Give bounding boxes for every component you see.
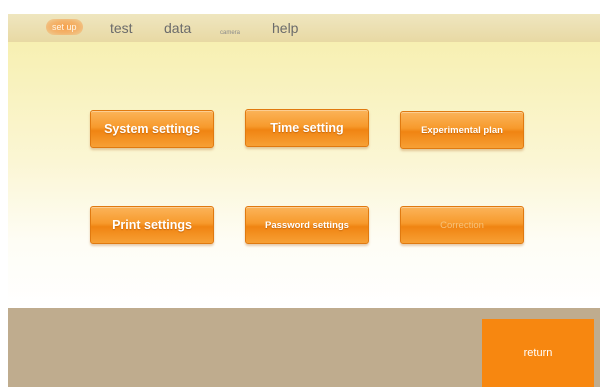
- return-button[interactable]: return: [482, 319, 594, 387]
- print-settings-button[interactable]: Print settings: [90, 206, 214, 244]
- menu-camera[interactable]: camera: [220, 25, 240, 41]
- menu-setup[interactable]: set up: [46, 19, 83, 35]
- settings-panel: [8, 42, 600, 308]
- menu-data[interactable]: data: [164, 20, 191, 36]
- system-settings-button[interactable]: System settings: [90, 110, 214, 148]
- correction-button[interactable]: Correction: [400, 206, 524, 244]
- time-setting-button[interactable]: Time setting: [245, 109, 369, 147]
- top-menu-bar: set up test data camera help: [8, 14, 600, 43]
- experimental-plan-button[interactable]: Experimental plan: [400, 111, 524, 149]
- menu-test[interactable]: test: [110, 20, 133, 36]
- settings-screen: set up test data camera help System sett…: [0, 0, 600, 387]
- menu-help[interactable]: help: [272, 20, 298, 36]
- password-settings-button[interactable]: Password settings: [245, 206, 369, 244]
